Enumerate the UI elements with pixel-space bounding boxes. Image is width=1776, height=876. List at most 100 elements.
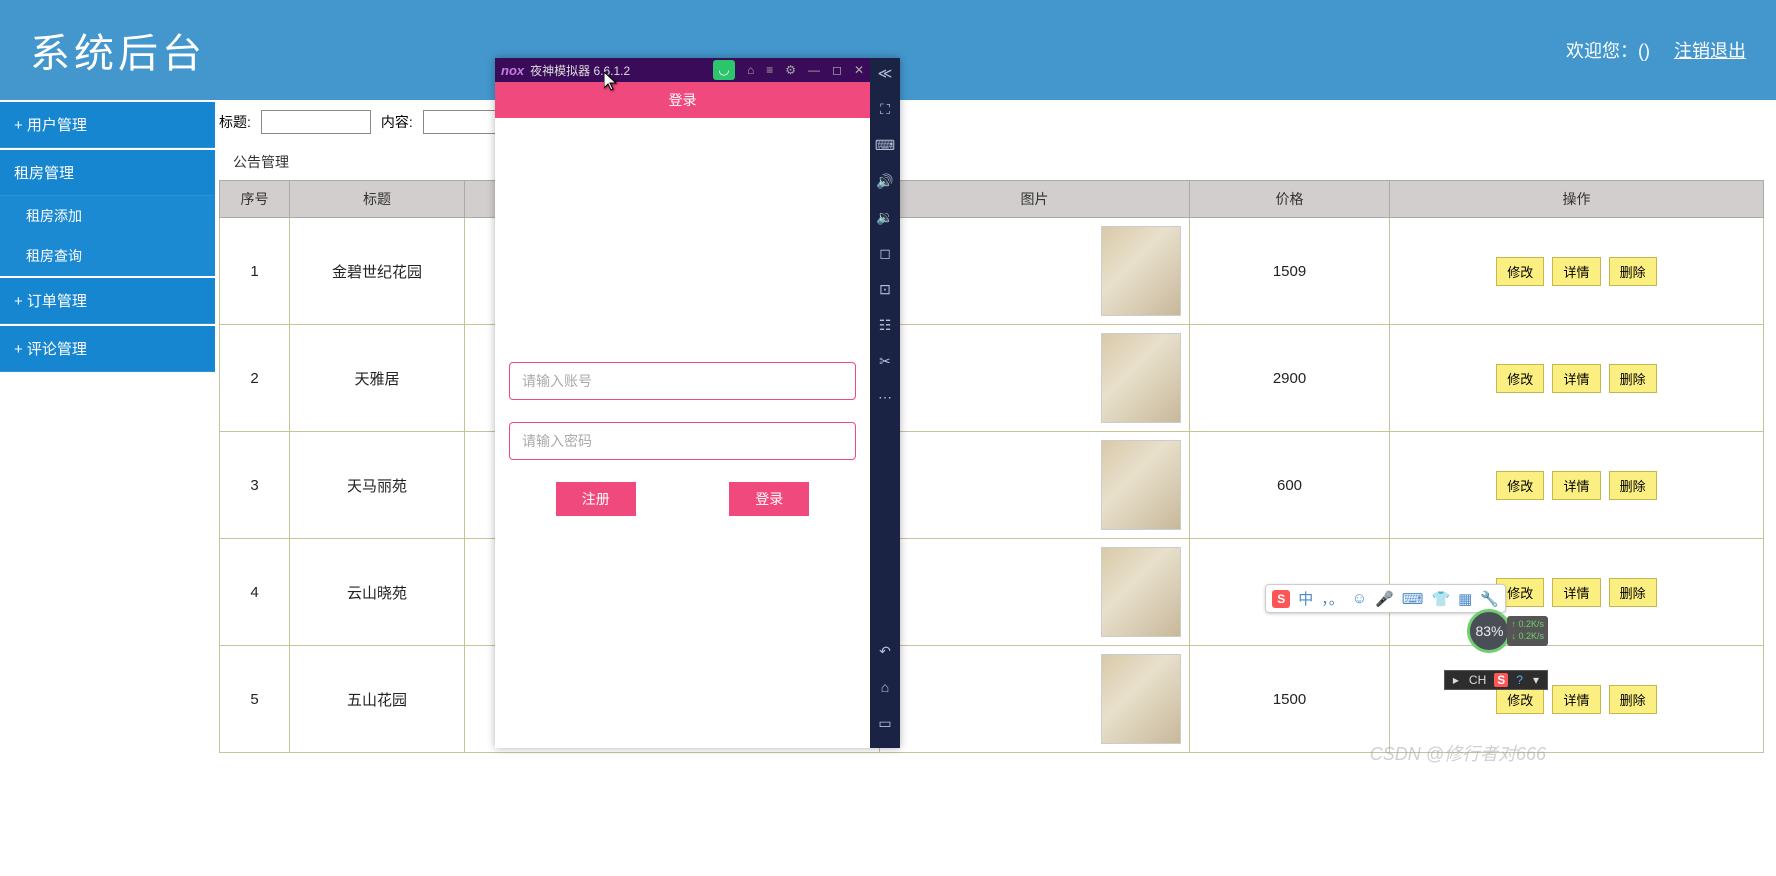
- cell-seq: 2: [220, 325, 290, 432]
- th-seq: 序号: [220, 181, 290, 218]
- register-button[interactable]: 注册: [556, 482, 636, 516]
- nav-rental-query[interactable]: 租房查询: [0, 236, 215, 276]
- minimize-icon[interactable]: —: [808, 63, 820, 77]
- more-icon[interactable]: ⋯: [876, 388, 894, 406]
- th-price: 价格: [1190, 181, 1390, 218]
- ime-ch[interactable]: 中: [1298, 588, 1313, 609]
- app-login-header: 登录: [495, 82, 870, 118]
- cell-ops: 修改 详情 删除: [1390, 432, 1764, 539]
- th-image: 图片: [880, 181, 1190, 218]
- home-nav-icon[interactable]: ⌂: [876, 678, 894, 696]
- detail-button[interactable]: 详情: [1552, 257, 1600, 286]
- record-icon[interactable]: ⊡: [876, 280, 894, 298]
- cell-price: 1509: [1190, 218, 1390, 325]
- ime-emoji-icon[interactable]: ☺: [1352, 590, 1367, 607]
- ime-skin-icon[interactable]: 👕: [1431, 590, 1450, 608]
- filter-title-input[interactable]: [261, 110, 371, 134]
- ime-mic-icon[interactable]: 🎤: [1375, 590, 1394, 608]
- password-input[interactable]: [509, 422, 856, 460]
- nav-order-mgmt[interactable]: + 订单管理: [0, 278, 215, 324]
- delete-button[interactable]: 删除: [1609, 471, 1657, 500]
- tb-sogou-icon[interactable]: S: [1494, 673, 1508, 687]
- th-title: 标题: [290, 181, 465, 218]
- detail-button[interactable]: 详情: [1552, 471, 1600, 500]
- delete-button[interactable]: 删除: [1609, 257, 1657, 286]
- volume-down-icon[interactable]: 🔉: [876, 208, 894, 226]
- room-image: [1101, 547, 1181, 637]
- ime-punct[interactable]: ，。: [1321, 588, 1344, 609]
- keyboard-icon[interactable]: ⌨: [876, 136, 894, 154]
- performance-widget[interactable]: 83% ↑ 0.2K/s ↓ 0.2K/s: [1467, 609, 1548, 653]
- cell-ops: 修改 详情 删除: [1390, 325, 1764, 432]
- cell-seq: 3: [220, 432, 290, 539]
- app-login-body: 注册 登录: [495, 118, 870, 748]
- menu-icon[interactable]: ≡: [766, 63, 773, 77]
- delete-button[interactable]: 删除: [1609, 578, 1657, 607]
- filter-content-label: 内容:: [381, 112, 413, 132]
- filter-bar: 标题: 内容:: [219, 100, 1764, 144]
- edit-button[interactable]: 修改: [1496, 471, 1544, 500]
- taskbar-lang[interactable]: ▸ CH S ? ▾: [1444, 670, 1548, 690]
- cell-seq: 1: [220, 218, 290, 325]
- tb-menu-icon[interactable]: ▾: [1531, 673, 1541, 687]
- volume-up-icon[interactable]: 🔊: [876, 172, 894, 190]
- header-right: 欢迎您：() 注销退出: [1566, 37, 1746, 63]
- nav-rental-add[interactable]: 租房添加: [0, 196, 215, 236]
- room-image: [1101, 333, 1181, 423]
- filter-title-label: 标题:: [219, 112, 251, 132]
- cell-title: 五山花园: [290, 646, 465, 753]
- table-row: 3 天马丽苑 600 修改 详情 删除: [220, 432, 1764, 539]
- emulator-titlebar[interactable]: nox 夜神模拟器 6.6.1.2 ◡ ⌂ ≡ ⚙ — ◻ ✕: [495, 58, 870, 82]
- tb-ch[interactable]: CH: [1467, 673, 1488, 687]
- username-input[interactable]: [509, 362, 856, 400]
- cell-title: 云山晓苑: [290, 539, 465, 646]
- back-icon[interactable]: ↶: [876, 642, 894, 660]
- perf-percent[interactable]: 83%: [1467, 609, 1511, 653]
- table-row: 2 天雅居 2900 修改 详情 删除: [220, 325, 1764, 432]
- cell-ops: 修改 详情 删除: [1390, 646, 1764, 753]
- nav-rental-mgmt[interactable]: 租房管理: [0, 150, 215, 196]
- detail-button[interactable]: 详情: [1552, 685, 1600, 714]
- watermark: CSDN @修行者对666: [1370, 740, 1546, 766]
- sogou-icon[interactable]: S: [1272, 590, 1290, 608]
- shield-icon[interactable]: ◡: [713, 60, 735, 80]
- cell-image: [880, 432, 1190, 539]
- tb-expand-icon[interactable]: ▸: [1451, 673, 1461, 687]
- nav-user-mgmt[interactable]: + 用户管理: [0, 100, 215, 148]
- login-button[interactable]: 登录: [729, 482, 809, 516]
- cell-image: [880, 218, 1190, 325]
- tb-help-icon[interactable]: ?: [1514, 673, 1525, 687]
- edit-button[interactable]: 修改: [1496, 257, 1544, 286]
- apk-icon[interactable]: ☷: [876, 316, 894, 334]
- delete-button[interactable]: 删除: [1609, 364, 1657, 393]
- ime-grid-icon[interactable]: ▦: [1458, 590, 1472, 608]
- maximize-icon[interactable]: ◻: [832, 63, 842, 77]
- cell-image: [880, 646, 1190, 753]
- gear-icon[interactable]: ⚙: [785, 63, 796, 77]
- cell-seq: 4: [220, 539, 290, 646]
- recent-icon[interactable]: ▭: [876, 714, 894, 732]
- collapse-icon[interactable]: ≪: [876, 64, 894, 82]
- cell-title: 天雅居: [290, 325, 465, 432]
- logout-link[interactable]: 注销退出: [1674, 37, 1746, 63]
- emulator-sidebar: ≪ ⛶ ⌨ 🔊 🔉 ◻ ⊡ ☷ ✂ ⋯ ↶ ⌂ ▭: [870, 58, 900, 748]
- home-icon[interactable]: ⌂: [747, 63, 754, 77]
- nav-comment-mgmt[interactable]: + 评论管理: [0, 326, 215, 372]
- scissors-icon[interactable]: ✂: [876, 352, 894, 370]
- room-image: [1101, 654, 1181, 744]
- detail-button[interactable]: 详情: [1552, 578, 1600, 607]
- ime-tools-icon[interactable]: 🔧: [1480, 590, 1499, 608]
- table-row: 1 金碧世纪花园 1509 修改 详情 删除: [220, 218, 1764, 325]
- welcome-text: 欢迎您：(): [1566, 37, 1650, 63]
- ime-keyboard-icon[interactable]: ⌨: [1402, 590, 1424, 608]
- fullscreen-icon[interactable]: ⛶: [876, 100, 894, 118]
- detail-button[interactable]: 详情: [1552, 364, 1600, 393]
- edit-button[interactable]: 修改: [1496, 364, 1544, 393]
- cell-seq: 5: [220, 646, 290, 753]
- screenshot-icon[interactable]: ◻: [876, 244, 894, 262]
- emulator-title: 夜神模拟器 6.6.1.2: [530, 62, 630, 79]
- close-icon[interactable]: ✕: [854, 63, 864, 77]
- delete-button[interactable]: 删除: [1609, 685, 1657, 714]
- room-image: [1101, 226, 1181, 316]
- cell-price: 1500: [1190, 646, 1390, 753]
